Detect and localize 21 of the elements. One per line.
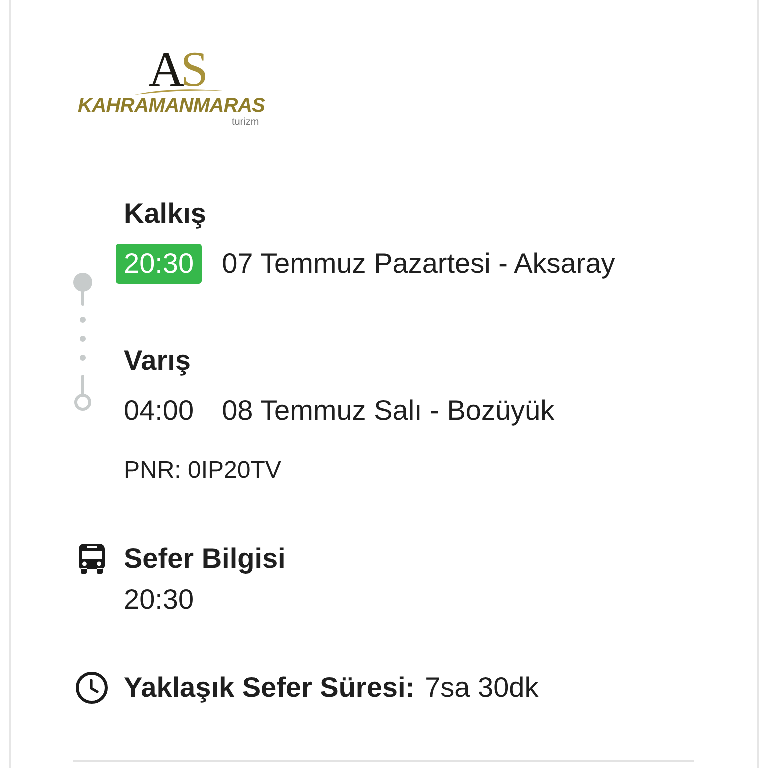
- stop-heading: Varış: [124, 344, 192, 378]
- dot-icon: [80, 336, 86, 342]
- duration-value: 7sa 30dk: [425, 671, 539, 705]
- logo-monogram: AS: [148, 50, 206, 88]
- ring-marker-icon: [73, 375, 93, 411]
- time-label: 04:00: [124, 394, 194, 428]
- dot-icon: [80, 355, 86, 361]
- trip-info-value: 20:30: [124, 583, 196, 617]
- stop-details: 07 Temmuz Pazartesi - Aksaray: [222, 247, 616, 281]
- stop-details: 08 Temmuz Salı - Bozüyük: [222, 394, 555, 428]
- bus-icon: [79, 544, 105, 574]
- pnr-code: PNR: 0IP20TV: [124, 456, 282, 486]
- trip-info-title: Sefer Bilgisi: [124, 542, 286, 576]
- stop-heading: Kalkış: [124, 197, 208, 231]
- duration-label: Yaklaşık Sefer Süresi:: [124, 671, 416, 705]
- time-badge: 20:30: [116, 244, 202, 284]
- pin-marker-icon: [73, 273, 93, 306]
- dot-icon: [80, 317, 86, 323]
- logo-wordmark: KAHRAMANMARAS: [78, 95, 266, 117]
- clock-icon: [76, 672, 108, 704]
- logo-tagline: turizm: [232, 117, 260, 128]
